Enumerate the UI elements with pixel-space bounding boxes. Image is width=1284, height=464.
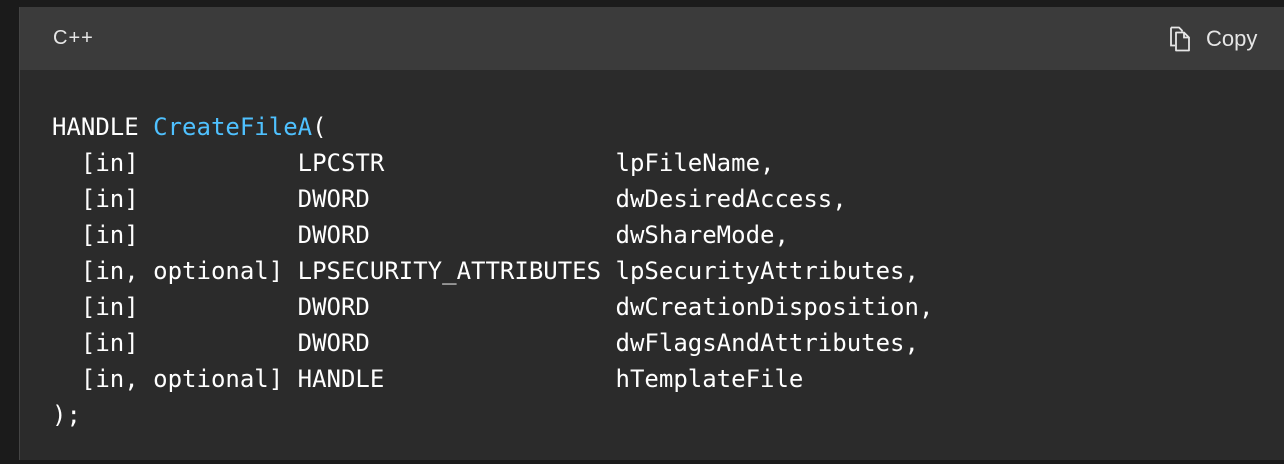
copy-icon <box>1168 26 1206 52</box>
code-line-param: [in, optional] LPSECURITY_ATTRIBUTES lpS… <box>52 257 919 285</box>
code-block: C++ Copy HANDLE CreateFileA( [in] LPCSTR… <box>19 7 1284 460</box>
function-name: CreateFileA <box>153 113 313 141</box>
code-block-header: C++ Copy <box>20 7 1284 70</box>
code-content[interactable]: HANDLE CreateFileA( [in] LPCSTR lpFileNa… <box>52 109 933 433</box>
open-paren: ( <box>312 113 327 141</box>
code-line-param: [in] LPCSTR lpFileName, <box>52 149 775 177</box>
code-line-signature: HANDLE CreateFileA( <box>52 109 933 145</box>
language-label: C++ <box>53 27 94 49</box>
code-line-param: [in] DWORD dwShareMode, <box>52 221 789 249</box>
code-line-close: ); <box>52 401 81 429</box>
code-line-param: [in, optional] HANDLE hTemplateFile <box>52 365 804 393</box>
code-line-param: [in] DWORD dwCreationDisposition, <box>52 293 934 321</box>
copy-label: Copy <box>1206 26 1258 51</box>
code-line-param: [in] DWORD dwDesiredAccess, <box>52 185 847 213</box>
code-line-param: [in] DWORD dwFlagsAndAttributes, <box>52 329 919 357</box>
copy-button[interactable]: Copy <box>1168 24 1257 54</box>
return-type: HANDLE <box>52 113 154 141</box>
